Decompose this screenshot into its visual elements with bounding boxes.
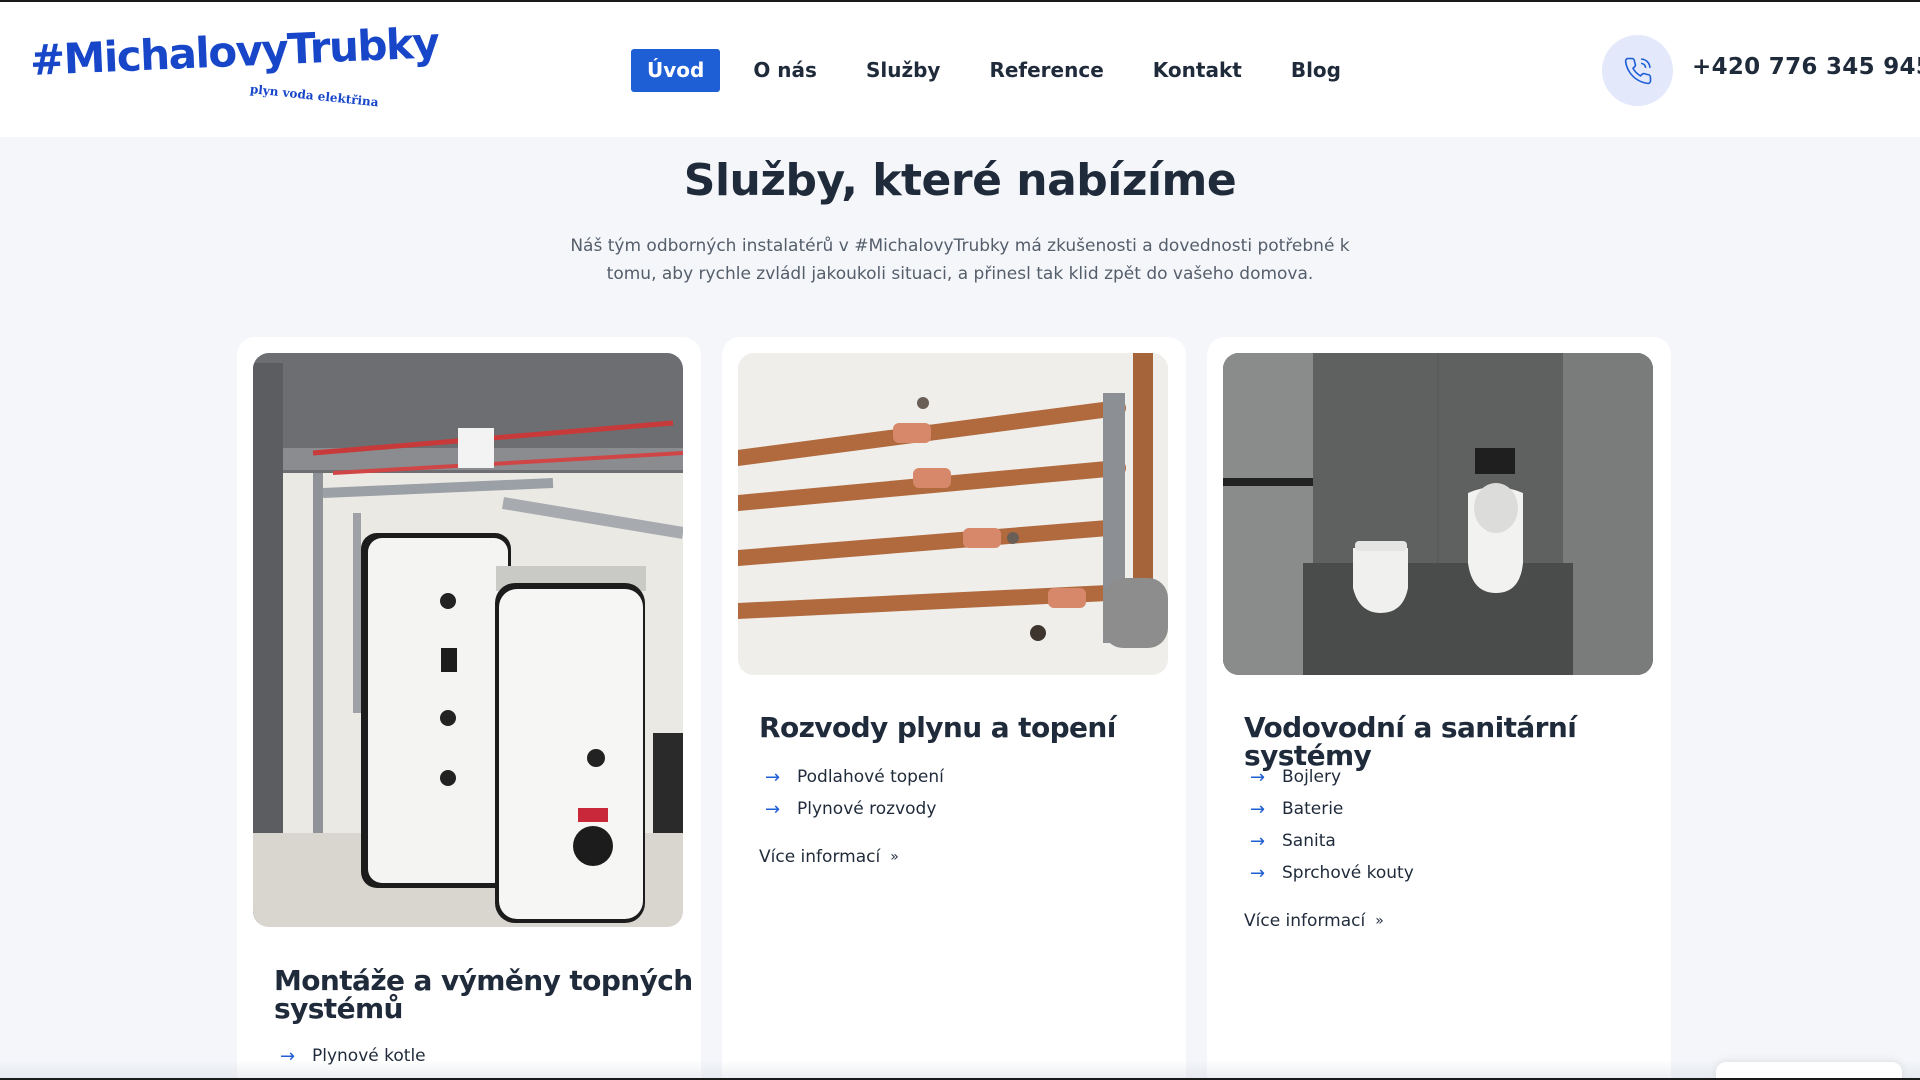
list-item-label: Plynové rozvody [797, 799, 937, 819]
list-item: → Plynové rozvody [765, 793, 944, 825]
phone-number[interactable]: +420 776 345 945 [1692, 54, 1920, 80]
main-nav: Úvod O nás Služby Reference Kontakt Blog [631, 49, 1374, 92]
section-title: Služby, které nabízíme [683, 155, 1237, 206]
double-chevron-right-icon: » [1375, 913, 1384, 929]
list-item-label: Sanita [1282, 831, 1336, 851]
more-info-label: Více informací [759, 847, 881, 867]
boiler-tanks-photo [253, 353, 683, 927]
logo-tagline: plyn voda elektřina [249, 82, 380, 110]
arrow-right-icon: → [765, 798, 781, 820]
site-header: #MichalovyTrubky plyn voda elektřina Úvo… [0, 0, 1920, 137]
arrow-right-icon: → [1250, 830, 1266, 852]
list-item-label: Baterie [1282, 799, 1344, 819]
list-item: → Sanita [1250, 825, 1414, 857]
logo-text: #MichalovyTrubky [28, 18, 440, 85]
card-item-list: → Podlahové topení → Plynové rozvody [765, 761, 944, 825]
nav-item-kontakt[interactable]: Kontakt [1137, 49, 1258, 92]
nav-item-reference[interactable]: Reference [973, 49, 1119, 92]
list-item: → Podlahové topení [765, 761, 944, 793]
phone-icon [1624, 57, 1651, 84]
list-item-label: Sprchové kouty [1282, 863, 1414, 883]
bathroom-toilet-photo [1223, 353, 1653, 675]
arrow-right-icon: → [1250, 798, 1266, 820]
list-item: → Sprchové kouty [1250, 857, 1414, 889]
list-item: → Baterie [1250, 793, 1414, 825]
service-card-water-sanitary: Vodovodní a sanitární systémy → Bojlery … [1207, 337, 1671, 1080]
list-item: → Bojlery [1250, 761, 1414, 793]
card-title: Rozvody plynu a topení [759, 711, 1116, 744]
phone-button[interactable] [1602, 35, 1673, 106]
nav-item-blog[interactable]: Blog [1275, 49, 1357, 92]
copper-pipes-photo [738, 353, 1168, 675]
bottom-shadow [0, 1060, 1920, 1080]
site-logo[interactable]: #MichalovyTrubky plyn voda elektřina [29, 18, 439, 109]
nav-item-sluzby[interactable]: Služby [850, 49, 957, 92]
arrow-right-icon: → [1250, 766, 1266, 788]
service-card-heating: Montáže a výměny topných systémů → Plyno… [237, 337, 701, 1080]
list-item-label: Bojlery [1282, 767, 1342, 787]
arrow-right-icon: → [765, 766, 781, 788]
section-description: Náš tým odborných instalatérů v #Michalo… [570, 236, 1350, 284]
more-info-link[interactable]: Více informací » [759, 847, 899, 867]
nav-item-o-nas[interactable]: O nás [737, 49, 833, 92]
arrow-right-icon: → [1250, 862, 1266, 884]
list-item-label: Podlahové topení [797, 767, 944, 787]
more-info-link[interactable]: Více informací » [1244, 911, 1384, 931]
card-item-list: → Bojlery → Baterie → Sanita → Sprchové … [1250, 761, 1414, 889]
double-chevron-right-icon: » [890, 849, 899, 865]
service-card-gas-heating: Rozvody plynu a topení → Podlahové topen… [722, 337, 1186, 1080]
nav-item-uvod[interactable]: Úvod [631, 49, 721, 92]
card-title: Montáže a výměny topných systémů [274, 964, 693, 1025]
more-info-label: Více informací [1244, 911, 1366, 931]
